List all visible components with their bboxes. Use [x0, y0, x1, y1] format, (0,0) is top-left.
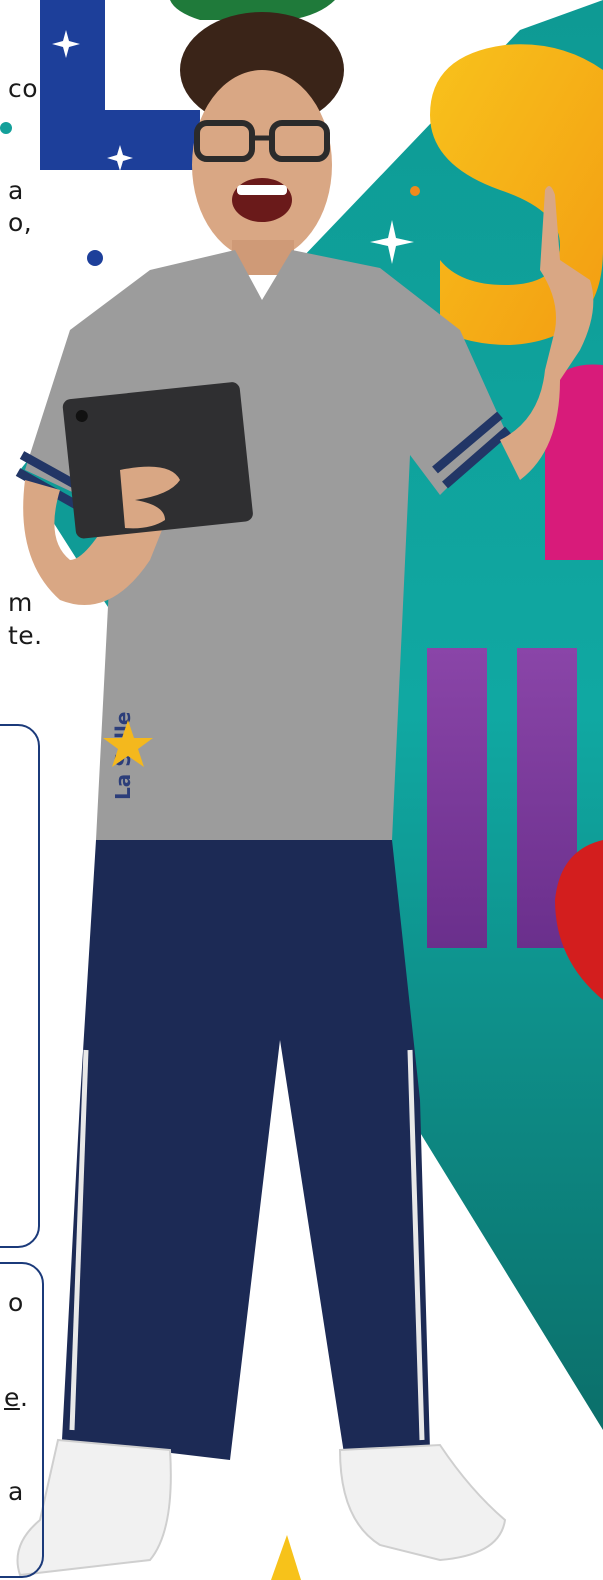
pants [62, 840, 430, 1460]
blue-letter-l [40, 0, 200, 170]
teal-dot [0, 122, 12, 134]
text-fragment: o [8, 1288, 24, 1317]
text-fragment: . [20, 1383, 29, 1412]
face [192, 70, 332, 260]
sneaker-icon [16, 1438, 507, 1577]
text-fragment: o, [8, 208, 33, 237]
text-fragment: te. [8, 621, 43, 650]
yellow-triangle [271, 1535, 301, 1580]
orange-dot [410, 186, 420, 196]
blue-dot [87, 250, 103, 266]
text-fragment: a [8, 176, 24, 205]
text-fragment: co [8, 74, 39, 103]
info-card-1 [0, 724, 40, 1248]
purple-letter-l-1 [427, 648, 487, 948]
background-graphics: La Salle [0, 0, 603, 1580]
text-fragment-link[interactable]: e [4, 1383, 20, 1412]
text-fragment: a [8, 1477, 24, 1506]
text-fragment: m [8, 588, 33, 617]
